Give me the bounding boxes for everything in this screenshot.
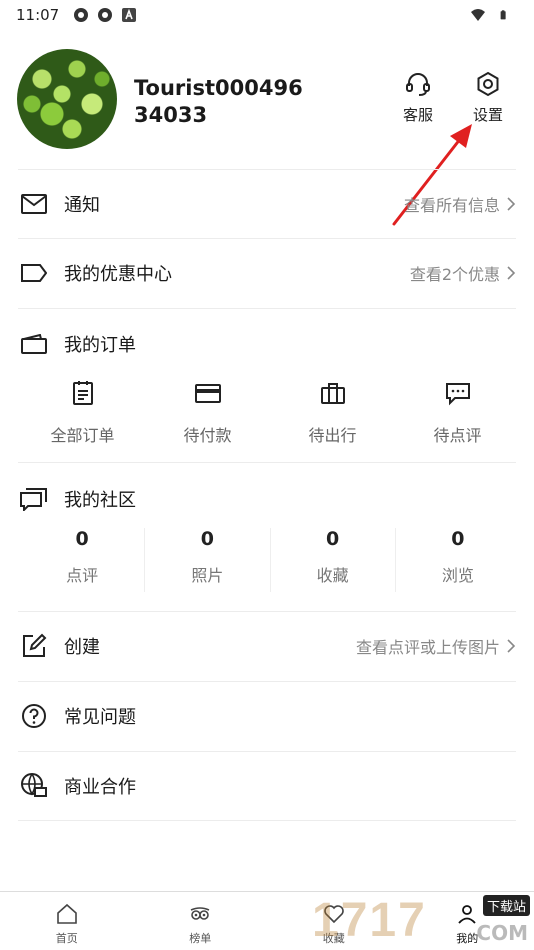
person-icon bbox=[458, 905, 476, 924]
community-section-header[interactable]: 我的社区 bbox=[18, 462, 516, 534]
create-more-text: 查看点评或上传图片 bbox=[355, 638, 500, 657]
tab-favorites[interactable]: 收藏 bbox=[267, 892, 401, 950]
app-a-icon bbox=[122, 8, 137, 22]
orders-grid: 全部订单 待付款 待出行 待点评 bbox=[20, 372, 520, 452]
coupons-row[interactable]: 我的优惠中心 查看2个优惠 bbox=[18, 238, 516, 307]
wifi-icon bbox=[471, 9, 485, 21]
tab-rankings[interactable]: 榜单 bbox=[134, 892, 268, 950]
tab-home[interactable]: 首页 bbox=[0, 892, 134, 950]
profile-header: Tourist00049634033 客服 设置 bbox=[0, 40, 534, 160]
community-stats: 0 点评 0 照片 0 收藏 0 浏览 bbox=[20, 528, 520, 592]
order-pending-review-label: 待点评 bbox=[433, 426, 482, 445]
create-more-link[interactable]: 查看点评或上传图片 bbox=[356, 634, 516, 658]
tab-rankings-label: 榜单 bbox=[189, 932, 212, 945]
battery-icon bbox=[500, 10, 506, 20]
gear-icon bbox=[477, 71, 499, 97]
chevron-right-icon bbox=[507, 639, 516, 653]
coupons-title: 我的优惠中心 bbox=[64, 264, 172, 285]
tab-favorites-label: 收藏 bbox=[322, 932, 345, 945]
settings-button[interactable]: 设置 bbox=[463, 70, 513, 125]
stat-photos-value: 0 bbox=[200, 528, 214, 550]
home-icon bbox=[56, 903, 77, 924]
customer-service-button[interactable]: 客服 bbox=[393, 70, 443, 125]
avatar[interactable] bbox=[17, 49, 117, 149]
orders-section-header[interactable]: 我的订单 bbox=[18, 308, 516, 378]
notifications-row[interactable]: 通知 查看所有信息 bbox=[18, 169, 516, 238]
create-title: 创建 bbox=[64, 637, 100, 658]
stat-reviews-label: 点评 bbox=[66, 566, 99, 585]
credit-card-icon bbox=[194, 384, 221, 403]
clipboard-icon bbox=[72, 381, 93, 405]
orders-title: 我的订单 bbox=[64, 334, 136, 356]
customer-service-label: 客服 bbox=[402, 106, 433, 124]
tab-home-label: 首页 bbox=[55, 932, 78, 945]
business-title: 商业合作 bbox=[64, 777, 136, 798]
stat-photos[interactable]: 0 照片 bbox=[144, 528, 269, 592]
order-all-label: 全部订单 bbox=[50, 426, 115, 445]
faq-title: 常见问题 bbox=[64, 707, 136, 728]
stat-views[interactable]: 0 浏览 bbox=[394, 528, 520, 592]
heart-icon bbox=[323, 905, 344, 924]
stat-favorites-label: 收藏 bbox=[316, 566, 349, 585]
chevron-right-icon bbox=[507, 197, 516, 211]
order-all[interactable]: 全部订单 bbox=[20, 372, 145, 452]
settings-label: 设置 bbox=[472, 106, 503, 124]
faq-row[interactable]: 常见问题 bbox=[18, 681, 516, 750]
stat-reviews[interactable]: 0 点评 bbox=[20, 528, 144, 592]
globe-chat-icon bbox=[20, 772, 48, 800]
stat-reviews-value: 0 bbox=[75, 528, 89, 550]
username: Tourist00049634033 bbox=[134, 76, 303, 127]
status-bar: 11:07 bbox=[0, 0, 534, 30]
owl-icon bbox=[190, 907, 210, 920]
tag-icon bbox=[20, 259, 48, 287]
divider bbox=[18, 820, 516, 821]
order-pending-payment-label: 待付款 bbox=[183, 426, 232, 445]
status-time: 11:07 bbox=[16, 6, 60, 24]
chat-bubbles-icon bbox=[20, 485, 48, 513]
aperture-icon bbox=[98, 8, 113, 22]
order-pending-payment[interactable]: 待付款 bbox=[145, 372, 270, 452]
notifications-more-text: 查看所有信息 bbox=[403, 196, 500, 215]
question-circle-icon bbox=[20, 702, 48, 730]
suitcase-icon bbox=[320, 383, 345, 404]
notifications-more-link[interactable]: 查看所有信息 bbox=[404, 192, 516, 216]
bottom-tab-bar: 首页 榜单 收藏 我的 bbox=[0, 891, 534, 950]
wallet-icon bbox=[20, 330, 48, 358]
stat-favorites[interactable]: 0 收藏 bbox=[269, 528, 395, 592]
stat-views-label: 浏览 bbox=[441, 566, 474, 585]
coupons-more-link[interactable]: 查看2个优惠 bbox=[410, 261, 516, 285]
chevron-right-icon bbox=[507, 266, 516, 280]
create-row[interactable]: 创建 查看点评或上传图片 bbox=[18, 611, 516, 680]
headset-icon bbox=[406, 73, 430, 96]
tab-profile-label: 我的 bbox=[456, 932, 479, 945]
envelope-icon bbox=[20, 190, 48, 218]
stat-views-value: 0 bbox=[451, 528, 465, 550]
order-upcoming-trip-label: 待出行 bbox=[308, 426, 357, 445]
notifications-title: 通知 bbox=[64, 195, 100, 216]
stat-favorites-value: 0 bbox=[326, 528, 340, 550]
business-row[interactable]: 商业合作 bbox=[18, 751, 516, 820]
comment-icon bbox=[445, 383, 470, 406]
community-title: 我的社区 bbox=[64, 489, 136, 511]
stat-photos-label: 照片 bbox=[191, 566, 224, 585]
edit-icon bbox=[20, 632, 48, 660]
coupons-more-text: 查看2个优惠 bbox=[409, 265, 500, 284]
tab-profile[interactable]: 我的 bbox=[401, 892, 534, 950]
order-upcoming-trip[interactable]: 待出行 bbox=[270, 372, 395, 452]
aperture-icon bbox=[74, 8, 89, 22]
order-pending-review[interactable]: 待点评 bbox=[395, 372, 520, 452]
